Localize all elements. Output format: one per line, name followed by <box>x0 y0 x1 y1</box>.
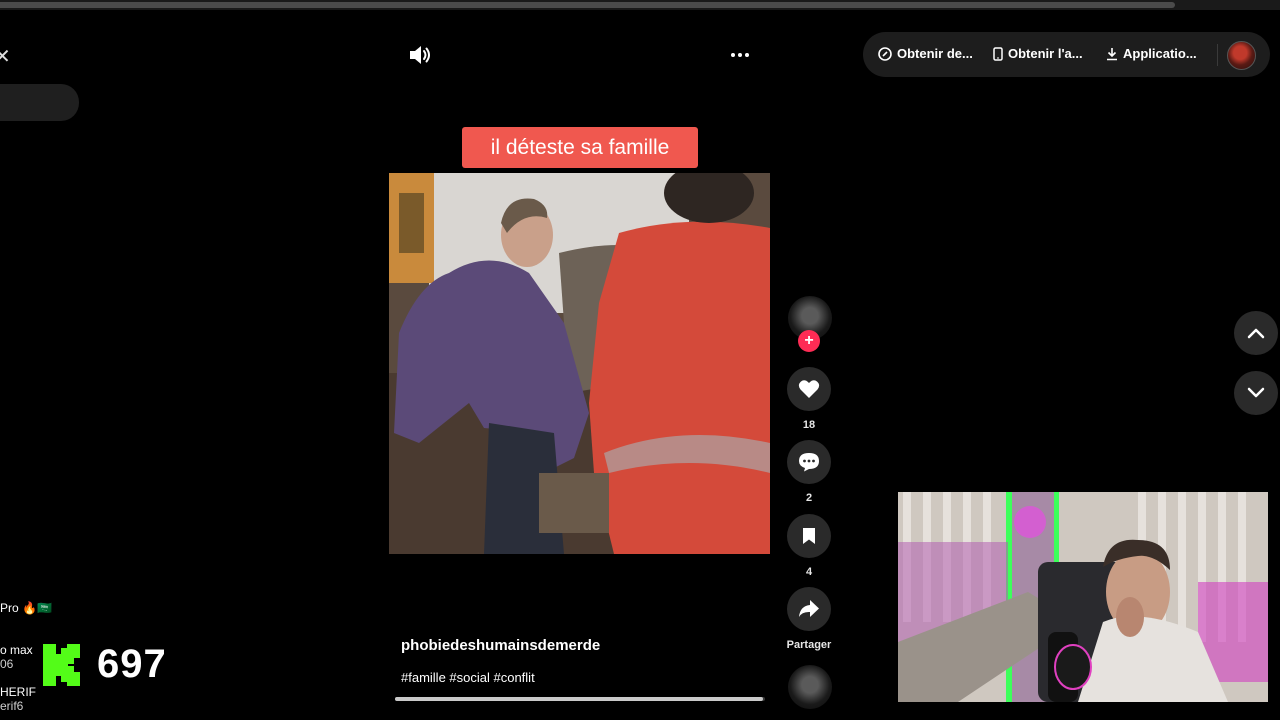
follow-button[interactable]: + <box>798 330 820 352</box>
comment-icon <box>799 453 819 472</box>
profile-avatar[interactable] <box>1227 41 1256 70</box>
get-coins-button[interactable]: Obtenir de... <box>878 46 973 61</box>
phone-icon <box>993 46 1003 61</box>
get-app-button[interactable]: Obtenir l'a... <box>993 46 1083 61</box>
comment-button[interactable] <box>787 440 831 484</box>
share-icon <box>799 600 819 617</box>
download-icon <box>1107 47 1117 60</box>
speaker-on-icon[interactable] <box>407 42 433 68</box>
chevron-down-icon <box>1247 387 1265 398</box>
bookmark-icon <box>803 528 815 544</box>
browser-top-strip <box>0 0 1280 10</box>
chat-user-1: Pro 🔥🇸🇦 <box>0 601 52 615</box>
kick-logo-icon <box>43 644 81 686</box>
share-button[interactable] <box>787 587 831 631</box>
coin-icon <box>878 46 892 61</box>
application-button[interactable]: Applicatio... <box>1106 46 1197 61</box>
chat-user-2: o max 06 <box>0 643 33 671</box>
like-count: 18 <box>802 419 816 431</box>
search-input[interactable] <box>0 84 79 121</box>
chat-user-name: Pro 🔥🇸🇦 <box>0 601 52 615</box>
next-video-button[interactable] <box>1234 371 1278 415</box>
chat-user-name: o max <box>0 643 33 657</box>
webcam-overlay <box>898 492 1268 702</box>
video-progress-fill <box>395 697 764 701</box>
save-button[interactable] <box>787 514 831 558</box>
plus-icon: + <box>804 332 814 349</box>
heart-icon <box>798 380 820 398</box>
header-actions-pill: Obtenir de... Obtenir l'a... Applicatio.… <box>863 32 1270 77</box>
chat-user-handle: erif6 <box>0 699 24 713</box>
next-video-avatar[interactable] <box>788 665 832 709</box>
previous-video-button[interactable] <box>1234 311 1278 355</box>
chat-user-name: HERIF <box>0 685 36 699</box>
save-count: 4 <box>805 566 813 578</box>
comment-count: 2 <box>805 492 813 504</box>
like-button[interactable] <box>787 367 831 411</box>
video-player[interactable] <box>389 173 770 554</box>
chat-user-handle: 06 <box>0 657 14 671</box>
share-label: Partager <box>786 639 832 651</box>
more-options-button[interactable] <box>727 42 753 68</box>
scrollbar-horizontal[interactable] <box>0 2 1175 8</box>
close-icon[interactable]: ✕ <box>0 44 11 69</box>
viewer-count: 697 <box>97 642 167 686</box>
chevron-up-icon <box>1247 328 1265 339</box>
chat-user-3: HERIF erif6 <box>0 685 36 713</box>
video-caption: il déteste sa famille <box>462 127 698 168</box>
video-username[interactable]: phobiedeshumainsdemerde <box>401 637 600 654</box>
separator <box>1217 44 1218 66</box>
video-hashtags[interactable]: #famille #social #conflit <box>401 670 535 685</box>
ellipsis-icon <box>731 53 735 57</box>
